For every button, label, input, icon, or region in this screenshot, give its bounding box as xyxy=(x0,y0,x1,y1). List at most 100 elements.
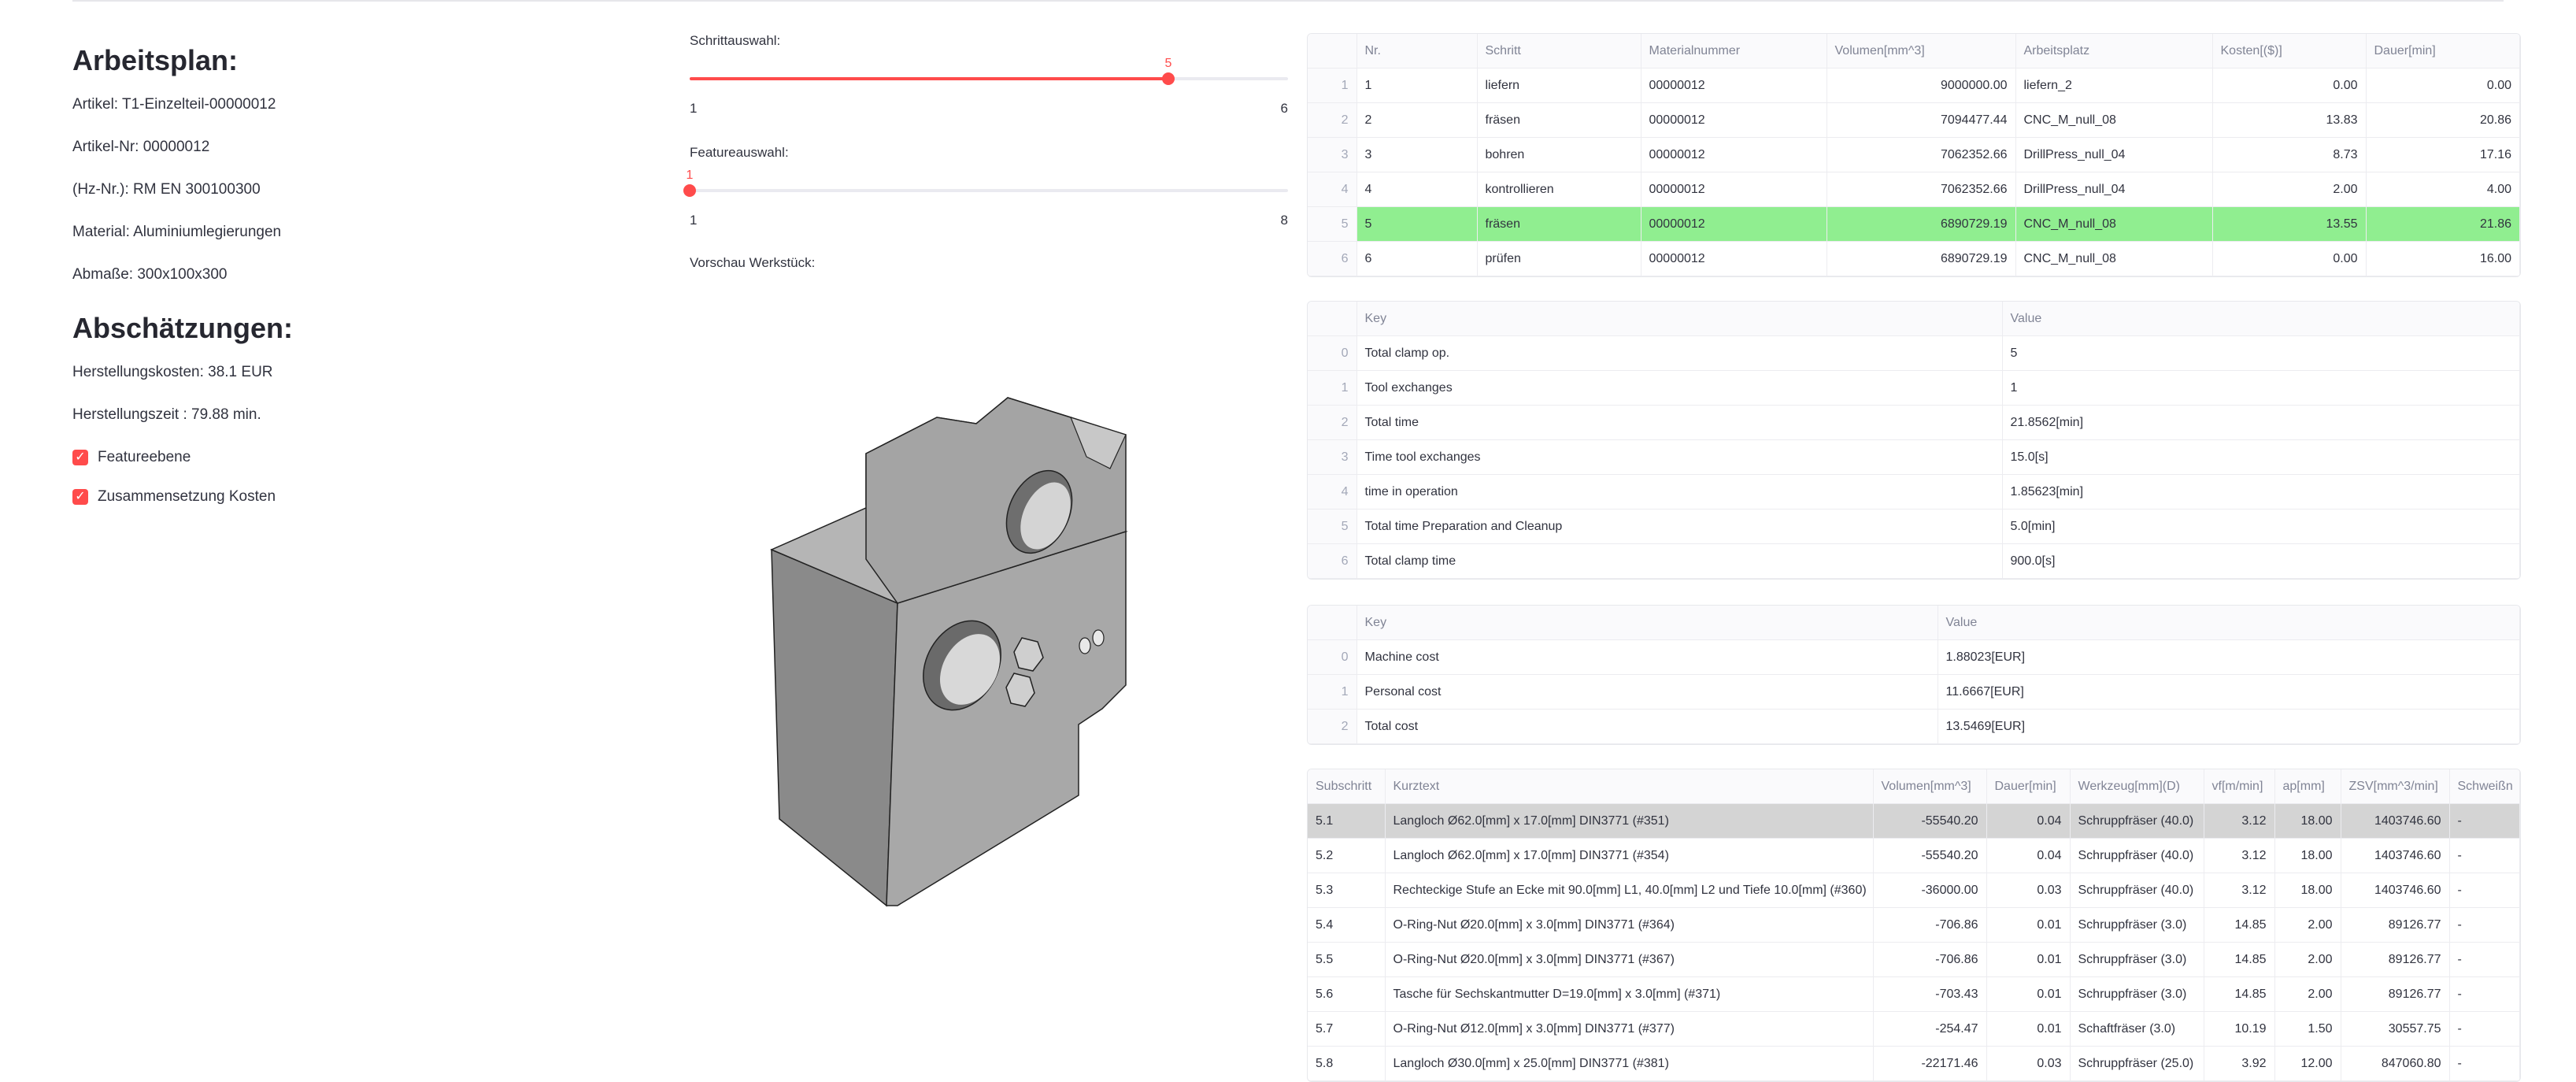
column-header[interactable]: ap[mm] xyxy=(2274,769,2341,804)
featureauswahl-slider[interactable]: 1 xyxy=(683,169,1288,198)
column-header[interactable]: Value xyxy=(1938,606,2520,640)
table-cell: Machine cost xyxy=(1356,639,1938,675)
table-cell: 89126.77 xyxy=(2341,976,2450,1012)
table-row[interactable]: 2 Total time 21.8562[min] xyxy=(1308,405,2520,440)
table-cell: 0 xyxy=(1308,335,1357,371)
column-header[interactable]: Kosten[($)] xyxy=(2212,34,2367,69)
column-header[interactable]: Volumen[mm^3] xyxy=(1827,34,2016,69)
table-cell: - xyxy=(2449,838,2520,873)
table-cell: fräsen xyxy=(1477,206,1641,242)
table-cell: Tool exchanges xyxy=(1356,370,2003,406)
column-header[interactable]: Subschritt xyxy=(1308,769,1386,804)
table-cell: 0.03 xyxy=(1986,873,2071,908)
slider-range: 1 6 xyxy=(690,101,1288,117)
column-header[interactable]: Kurztext xyxy=(1385,769,1874,804)
middle-panel: Schrittauswahl: 5 1 6 Featureauswahl: 1 … xyxy=(683,33,1288,271)
table-row[interactable]: 3 Time tool exchanges 15.0[s] xyxy=(1308,439,2520,475)
column-header[interactable]: Werkzeug[mm](D) xyxy=(2070,769,2204,804)
table-row[interactable]: 5 5 fräsen 00000012 6890729.19 CNC_M_null_08 1… xyxy=(1308,206,2520,242)
column-header[interactable]: vf[m/min] xyxy=(2204,769,2275,804)
table-cell: 18.00 xyxy=(2274,803,2341,839)
table-cell: 2 xyxy=(1308,405,1357,440)
top-divider xyxy=(72,0,2504,2)
table-row[interactable]: 5.1 Langloch Ø62.0[mm] x 17.0[mm] DIN3771… xyxy=(1308,803,2520,839)
slider-track xyxy=(690,189,1288,192)
table-cell: Langloch Ø62.0[mm] x 17.0[mm] DIN3771 (#… xyxy=(1385,803,1874,839)
table-row[interactable]: 5 Total time Preparation and Cleanup 5.0[m… xyxy=(1308,509,2520,544)
table-cell: 18.00 xyxy=(2274,838,2341,873)
column-header[interactable]: Dauer[min] xyxy=(1986,769,2071,804)
table-cell: 5 xyxy=(1308,206,1357,242)
column-header[interactable] xyxy=(1308,606,1357,640)
schrittauswahl-slider[interactable]: 5 xyxy=(690,57,1288,87)
table-row[interactable]: 5.8 Langloch Ø30.0[mm] x 25.0[mm] DIN3771… xyxy=(1308,1046,2520,1081)
table-cell: 7094477.44 xyxy=(1827,102,2016,138)
time-summary-table: Key Value 0 Total clamp op. 5 1 Tool exchange… xyxy=(1307,301,2521,580)
table-cell: 2.00 xyxy=(2212,172,2367,207)
table-row[interactable]: 5.7 O-Ring-Nut Ø12.0[mm] x 3.0[mm] DIN377… xyxy=(1308,1011,2520,1047)
table-row[interactable]: 1 Tool exchanges 1 xyxy=(1308,370,2520,406)
artikel-text: Artikel: T1-Einzelteil-00000012 xyxy=(72,96,276,113)
table-cell: 00000012 xyxy=(1641,102,1827,138)
column-header[interactable]: Materialnummer xyxy=(1641,34,1827,69)
zusammensetzung-kosten-checkbox[interactable]: ✓ Zusammensetzung Kosten xyxy=(72,488,624,506)
table-row[interactable]: 0 Total clamp op. 5 xyxy=(1308,335,2520,371)
table-row[interactable]: 4 time in operation 1.85623[min] xyxy=(1308,474,2520,510)
column-header[interactable] xyxy=(1308,302,1357,336)
table-cell: Schruppfräser (3.0) xyxy=(2070,907,2204,943)
slider-thumb[interactable] xyxy=(1162,72,1175,85)
table-cell: - xyxy=(2449,976,2520,1012)
column-header[interactable]: Key xyxy=(1356,606,1938,640)
column-header[interactable]: Schritt xyxy=(1477,34,1641,69)
small-hole xyxy=(1079,637,1091,654)
column-header[interactable]: ZSV[mm^3/min] xyxy=(2341,769,2450,804)
table-cell: 1.50 xyxy=(2274,1011,2341,1047)
table-cell: 00000012 xyxy=(1641,241,1827,276)
table-row[interactable]: 1 1 liefern 00000012 9000000.00 liefern_2 0.00… xyxy=(1308,68,2520,103)
table-row[interactable]: 5.2 Langloch Ø62.0[mm] x 17.0[mm] DIN3771… xyxy=(1308,838,2520,873)
table-cell: 5.7 xyxy=(1308,1011,1386,1047)
column-header[interactable]: Dauer[min] xyxy=(2366,34,2520,69)
slider-thumb[interactable] xyxy=(683,184,696,197)
column-header[interactable]: Key xyxy=(1356,302,2003,336)
table-row[interactable]: 0 Machine cost 1.88023[EUR] xyxy=(1308,639,2520,675)
workpiece-preview-image xyxy=(770,397,1128,907)
table-row[interactable]: 5.4 O-Ring-Nut Ø20.0[mm] x 3.0[mm] DIN377… xyxy=(1308,907,2520,943)
table-cell: 0.04 xyxy=(1986,838,2071,873)
table-cell: Langloch Ø30.0[mm] x 25.0[mm] DIN3771 (#… xyxy=(1385,1046,1874,1081)
table-cell: 15.0[s] xyxy=(2002,439,2520,475)
table-cell: -55540.20 xyxy=(1873,803,1987,839)
table-cell: 5.4 xyxy=(1308,907,1386,943)
table-cell: liefern xyxy=(1477,68,1641,103)
table-cell: 1 xyxy=(2002,370,2520,406)
table-row[interactable]: 5.5 O-Ring-Nut Ø20.0[mm] x 3.0[mm] DIN377… xyxy=(1308,942,2520,977)
column-header[interactable]: Arbeitsplatz xyxy=(2015,34,2213,69)
left-panel: Arbeitsplan: Artikel: T1-Einzelteil-0000… xyxy=(72,39,624,528)
table-row[interactable]: 3 3 bohren 00000012 7062352.66 DrillPress_nul… xyxy=(1308,137,2520,172)
table-row[interactable]: 2 Total cost 13.5469[EUR] xyxy=(1308,709,2520,744)
table-cell: 0.00 xyxy=(2366,68,2520,103)
checkmark-icon: ✓ xyxy=(72,450,88,465)
table-row[interactable]: 2 2 fräsen 00000012 7094477.44 CNC_M_null_08 1… xyxy=(1308,102,2520,138)
table-row[interactable]: 5.3 Rechteckige Stufe an Ecke mit 90.0[mm… xyxy=(1308,873,2520,908)
table-cell: -36000.00 xyxy=(1873,873,1987,908)
table-cell: 3 xyxy=(1308,137,1357,172)
featureebene-checkbox[interactable]: ✓ Featureebene xyxy=(72,449,624,466)
table-row[interactable]: 1 Personal cost 11.6667[EUR] xyxy=(1308,674,2520,710)
table-cell: 12.00 xyxy=(2274,1046,2341,1081)
table-cell: 2 xyxy=(1356,102,1478,138)
column-header[interactable]: Nr. xyxy=(1356,34,1478,69)
checkmark-icon: ✓ xyxy=(72,489,88,505)
column-header[interactable]: Value xyxy=(2002,302,2520,336)
table-cell: 00000012 xyxy=(1641,172,1827,207)
table-row[interactable]: 5.6 Tasche für Sechskantmutter D=19.0[mm]… xyxy=(1308,976,2520,1012)
table-row[interactable]: 6 6 prüfen 00000012 6890729.19 CNC_M_null_08 0… xyxy=(1308,241,2520,276)
table-row[interactable]: 6 Total clamp time 900.0[s] xyxy=(1308,543,2520,579)
table-row[interactable]: 4 4 kontrollieren 00000012 7062352.66 DrillPr… xyxy=(1308,172,2520,207)
column-header[interactable] xyxy=(1308,34,1357,69)
table-cell: 11.6667[EUR] xyxy=(1938,674,2520,710)
table-cell: 1 xyxy=(1308,68,1357,103)
column-header[interactable]: Schweißn xyxy=(2449,769,2520,804)
table-cell: 0.01 xyxy=(1986,976,2071,1012)
column-header[interactable]: Volumen[mm^3] xyxy=(1873,769,1987,804)
